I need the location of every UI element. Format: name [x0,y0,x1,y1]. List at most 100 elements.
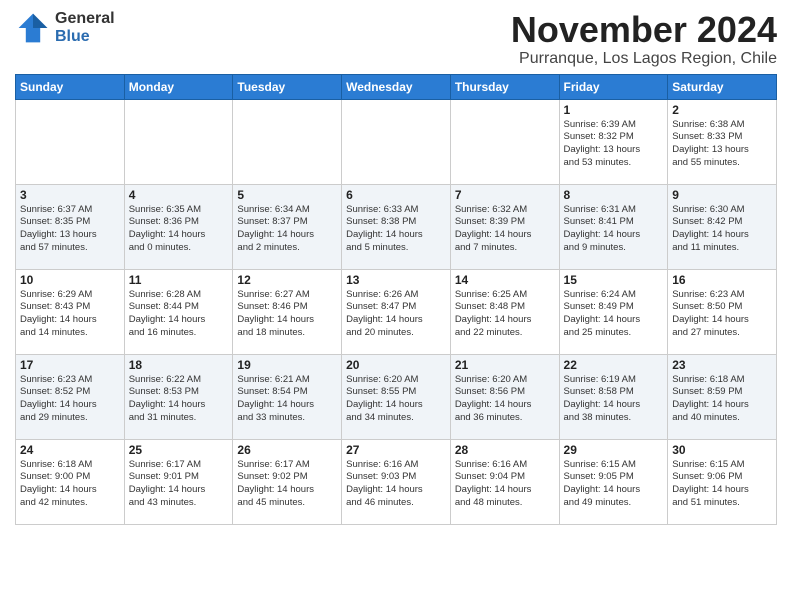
day-info: Sunrise: 6:17 AM Sunset: 9:01 PM Dayligh… [129,459,229,510]
day-info: Sunrise: 6:37 AM Sunset: 8:35 PM Dayligh… [20,204,120,255]
location-title: Purranque, Los Lagos Region, Chile [511,50,777,68]
day-info: Sunrise: 6:19 AM Sunset: 8:58 PM Dayligh… [564,374,664,425]
calendar-cell: 1Sunrise: 6:39 AM Sunset: 8:32 PM Daylig… [559,99,668,184]
day-number: 27 [346,443,446,457]
day-info: Sunrise: 6:16 AM Sunset: 9:03 PM Dayligh… [346,459,446,510]
day-info: Sunrise: 6:35 AM Sunset: 8:36 PM Dayligh… [129,204,229,255]
day-info: Sunrise: 6:29 AM Sunset: 8:43 PM Dayligh… [20,289,120,340]
day-info: Sunrise: 6:38 AM Sunset: 8:33 PM Dayligh… [672,119,772,170]
day-number: 22 [564,358,664,372]
day-number: 7 [455,188,555,202]
day-number: 12 [237,273,337,287]
calendar-cell: 22 Sunrise: 6:19 AM Sunset: 8:58 PM Dayli… [559,354,668,439]
logo-text: General Blue [55,10,115,45]
page-header: General Blue November 2024 Purranque, Lo… [15,10,777,68]
calendar-cell [233,99,342,184]
day-number: 19 [237,358,337,372]
logo-icon [15,10,51,46]
day-info: Sunrise: 6:32 AM Sunset: 8:39 PM Dayligh… [455,204,555,255]
calendar-cell: 18 Sunrise: 6:22 AM Sunset: 8:53 PM Dayli… [124,354,233,439]
day-info: Sunrise: 6:17 AM Sunset: 9:02 PM Dayligh… [237,459,337,510]
day-number: 29 [564,443,664,457]
calendar-week-4: 17 Sunrise: 6:23 AM Sunset: 8:52 PM Dayli… [16,354,777,439]
calendar-cell: 8Sunrise: 6:31 AM Sunset: 8:41 PM Daylig… [559,184,668,269]
weekday-header-tuesday: Tuesday [233,74,342,99]
calendar-cell: 27 Sunrise: 6:16 AM Sunset: 9:03 PM Dayli… [342,439,451,524]
calendar-cell: 11 Sunrise: 6:28 AM Sunset: 8:44 PM Dayli… [124,269,233,354]
weekday-header-monday: Monday [124,74,233,99]
calendar-cell: 23 Sunrise: 6:18 AM Sunset: 8:59 PM Dayli… [668,354,777,439]
calendar-cell: 2 Sunrise: 6:38 AM Sunset: 8:33 PM Daylig… [668,99,777,184]
day-number: 24 [20,443,120,457]
calendar-cell: 30Sunrise: 6:15 AM Sunset: 9:06 PM Dayli… [668,439,777,524]
day-number: 26 [237,443,337,457]
weekday-header-sunday: Sunday [16,74,125,99]
day-number: 13 [346,273,446,287]
calendar-cell: 7 Sunrise: 6:32 AM Sunset: 8:39 PM Daylig… [450,184,559,269]
day-info: Sunrise: 6:39 AM Sunset: 8:32 PM Dayligh… [564,119,664,170]
day-number: 6 [346,188,446,202]
day-info: Sunrise: 6:22 AM Sunset: 8:53 PM Dayligh… [129,374,229,425]
day-number: 23 [672,358,772,372]
day-number: 2 [672,103,772,117]
day-number: 14 [455,273,555,287]
calendar-cell [124,99,233,184]
calendar-week-1: 1Sunrise: 6:39 AM Sunset: 8:32 PM Daylig… [16,99,777,184]
day-number: 5 [237,188,337,202]
month-title: November 2024 [511,10,777,50]
day-info: Sunrise: 6:25 AM Sunset: 8:48 PM Dayligh… [455,289,555,340]
calendar-cell: 4 Sunrise: 6:35 AM Sunset: 8:36 PM Daylig… [124,184,233,269]
weekday-header-friday: Friday [559,74,668,99]
calendar-cell: 15 Sunrise: 6:24 AM Sunset: 8:49 PM Dayli… [559,269,668,354]
day-info: Sunrise: 6:18 AM Sunset: 8:59 PM Dayligh… [672,374,772,425]
logo-blue-text: Blue [55,28,115,46]
weekday-header-saturday: Saturday [668,74,777,99]
calendar-cell: 10Sunrise: 6:29 AM Sunset: 8:43 PM Dayli… [16,269,125,354]
day-number: 28 [455,443,555,457]
day-number: 17 [20,358,120,372]
day-info: Sunrise: 6:15 AM Sunset: 9:06 PM Dayligh… [672,459,772,510]
calendar-cell: 24 Sunrise: 6:18 AM Sunset: 9:00 PM Dayli… [16,439,125,524]
day-number: 15 [564,273,664,287]
day-info: Sunrise: 6:24 AM Sunset: 8:49 PM Dayligh… [564,289,664,340]
calendar-cell: 13 Sunrise: 6:26 AM Sunset: 8:47 PM Dayli… [342,269,451,354]
calendar-cell: 14 Sunrise: 6:25 AM Sunset: 8:48 PM Dayli… [450,269,559,354]
weekday-header-thursday: Thursday [450,74,559,99]
calendar-cell: 5 Sunrise: 6:34 AM Sunset: 8:37 PM Daylig… [233,184,342,269]
calendar-cell [342,99,451,184]
calendar-week-5: 24 Sunrise: 6:18 AM Sunset: 9:00 PM Dayli… [16,439,777,524]
weekday-header-wednesday: Wednesday [342,74,451,99]
calendar-cell: 20Sunrise: 6:20 AM Sunset: 8:55 PM Dayli… [342,354,451,439]
day-info: Sunrise: 6:27 AM Sunset: 8:46 PM Dayligh… [237,289,337,340]
weekday-header-row: SundayMondayTuesdayWednesdayThursdayFrid… [16,74,777,99]
calendar-cell: 17 Sunrise: 6:23 AM Sunset: 8:52 PM Dayli… [16,354,125,439]
day-info: Sunrise: 6:28 AM Sunset: 8:44 PM Dayligh… [129,289,229,340]
calendar-cell: 21Sunrise: 6:20 AM Sunset: 8:56 PM Dayli… [450,354,559,439]
calendar-cell: 6 Sunrise: 6:33 AM Sunset: 8:38 PM Daylig… [342,184,451,269]
day-info: Sunrise: 6:34 AM Sunset: 8:37 PM Dayligh… [237,204,337,255]
day-info: Sunrise: 6:26 AM Sunset: 8:47 PM Dayligh… [346,289,446,340]
day-info: Sunrise: 6:31 AM Sunset: 8:41 PM Dayligh… [564,204,664,255]
day-number: 4 [129,188,229,202]
day-number: 11 [129,273,229,287]
day-info: Sunrise: 6:18 AM Sunset: 9:00 PM Dayligh… [20,459,120,510]
logo: General Blue [15,10,115,46]
day-number: 9 [672,188,772,202]
day-number: 16 [672,273,772,287]
day-number: 20 [346,358,446,372]
calendar-cell: 26 Sunrise: 6:17 AM Sunset: 9:02 PM Dayli… [233,439,342,524]
day-info: Sunrise: 6:23 AM Sunset: 8:52 PM Dayligh… [20,374,120,425]
calendar-cell [450,99,559,184]
day-number: 3 [20,188,120,202]
calendar-cell: 3 Sunrise: 6:37 AM Sunset: 8:35 PM Daylig… [16,184,125,269]
calendar-cell: 25Sunrise: 6:17 AM Sunset: 9:01 PM Dayli… [124,439,233,524]
day-number: 18 [129,358,229,372]
calendar-cell: 29 Sunrise: 6:15 AM Sunset: 9:05 PM Dayli… [559,439,668,524]
day-info: Sunrise: 6:21 AM Sunset: 8:54 PM Dayligh… [237,374,337,425]
day-info: Sunrise: 6:33 AM Sunset: 8:38 PM Dayligh… [346,204,446,255]
calendar-cell: 12 Sunrise: 6:27 AM Sunset: 8:46 PM Dayli… [233,269,342,354]
logo-general-text: General [55,10,115,28]
day-info: Sunrise: 6:15 AM Sunset: 9:05 PM Dayligh… [564,459,664,510]
calendar-cell: 28Sunrise: 6:16 AM Sunset: 9:04 PM Dayli… [450,439,559,524]
calendar-week-2: 3 Sunrise: 6:37 AM Sunset: 8:35 PM Daylig… [16,184,777,269]
